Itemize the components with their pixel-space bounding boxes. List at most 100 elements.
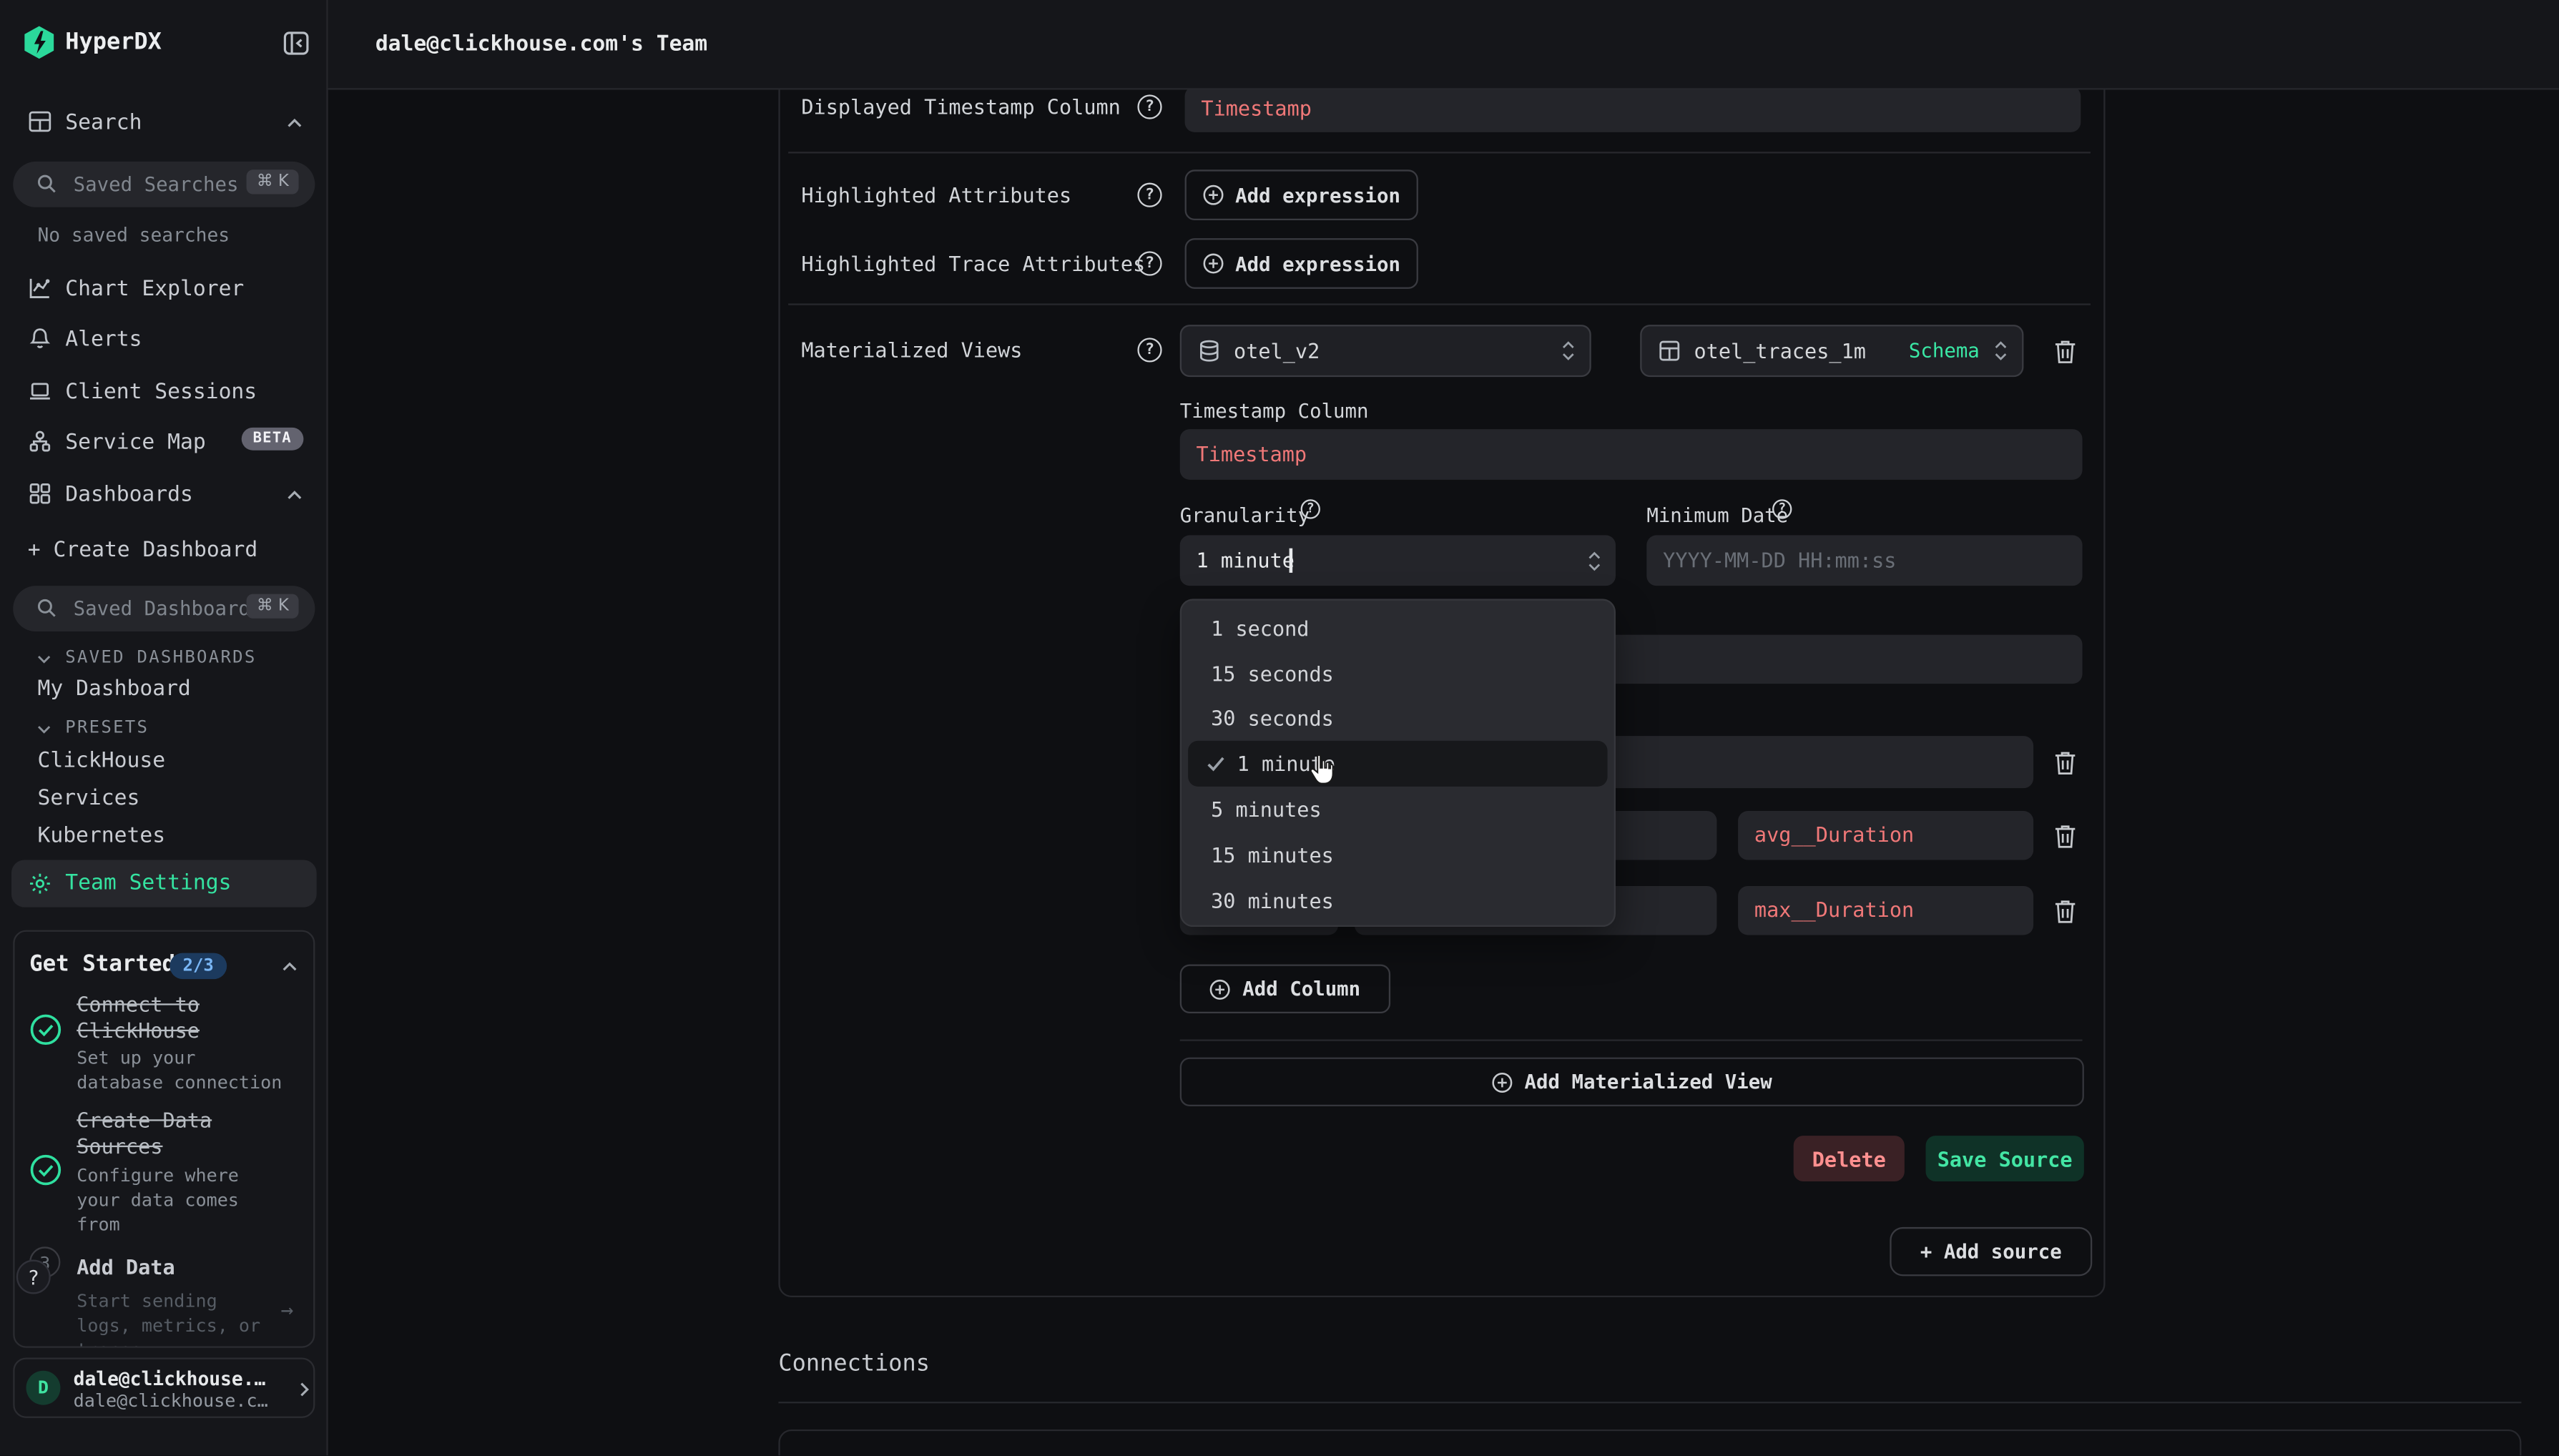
chevron-down-icon[interactable] bbox=[36, 651, 52, 667]
sidebar-item-service-map[interactable]: Service Map BETA bbox=[0, 428, 328, 456]
avatar: D bbox=[26, 1371, 61, 1405]
mv-table-select[interactable]: otel_traces_1m Schema bbox=[1640, 325, 2023, 377]
create-dashboard-button[interactable]: + Create Dashboard bbox=[28, 538, 257, 563]
trash-icon[interactable] bbox=[2053, 749, 2078, 777]
sidebar-item-client-sessions[interactable]: Client Sessions bbox=[0, 377, 328, 405]
minimum-date-input[interactable]: YYYY-MM-DD HH:mm:ss bbox=[1646, 535, 2082, 586]
granularity-option-selected[interactable]: 1 minute bbox=[1188, 742, 1607, 787]
plus-circle-icon bbox=[1203, 185, 1224, 206]
save-source-button[interactable]: Save Source bbox=[1926, 1136, 2084, 1181]
get-started-card: Get Started 2/3 Connect to ClickHouse Se… bbox=[13, 930, 315, 1348]
saved-searches-input[interactable]: Saved Searches ⌘ K bbox=[13, 162, 315, 207]
add-column-button[interactable]: Add Column bbox=[1180, 965, 1390, 1013]
saved-dashboards-header[interactable]: SAVED DASHBOARDS bbox=[65, 648, 256, 667]
no-saved-searches-text: No saved searches bbox=[37, 224, 230, 247]
progress-badge: 2/3 bbox=[170, 953, 227, 980]
sidebar-item-clickhouse[interactable]: ClickHouse bbox=[37, 749, 165, 773]
connections-card bbox=[778, 1430, 2521, 1456]
step-title[interactable]: Add Data bbox=[77, 1255, 175, 1282]
granularity-option[interactable]: 1 second bbox=[1188, 606, 1607, 651]
schema-link[interactable]: Schema bbox=[1909, 340, 1980, 363]
mouse-cursor bbox=[1307, 752, 1335, 788]
sidebar-item-alerts[interactable]: Alerts bbox=[0, 325, 328, 353]
help-icon[interactable]: ? bbox=[1137, 183, 1161, 207]
sidebar-item-search[interactable]: Search bbox=[0, 108, 328, 136]
service-map-icon bbox=[28, 429, 52, 453]
granularity-option[interactable]: 5 minutes bbox=[1188, 787, 1607, 832]
column-alias-input[interactable]: avg__Duration bbox=[1738, 811, 2033, 860]
sidebar-item-my-dashboard[interactable]: My Dashboard bbox=[37, 677, 190, 702]
materialized-views-label: Materialized Views bbox=[801, 338, 1022, 362]
kbd-shortcut: ⌘ K bbox=[247, 594, 298, 619]
chevron-right-icon bbox=[295, 1380, 313, 1398]
granularity-option[interactable]: 15 seconds bbox=[1188, 651, 1607, 696]
arrow-right-icon: → bbox=[280, 1299, 293, 1323]
kbd-shortcut: ⌘ K bbox=[247, 169, 298, 194]
presets-header[interactable]: PRESETS bbox=[65, 718, 149, 737]
collapse-sidebar-icon[interactable] bbox=[283, 29, 310, 57]
check-circle-icon bbox=[29, 1013, 62, 1046]
mv-table-value: otel_traces_1m bbox=[1694, 338, 1866, 363]
check-circle-icon bbox=[29, 1154, 62, 1186]
main-content: Displayed Timestamp Column ? Timestamp H… bbox=[328, 89, 2559, 1455]
step-title[interactable]: Create Data Sources bbox=[77, 1108, 212, 1160]
timestamp-column-input[interactable]: Timestamp bbox=[1180, 429, 2083, 480]
trash-icon[interactable] bbox=[2053, 338, 2078, 365]
search-panel-icon bbox=[28, 109, 52, 134]
divider bbox=[788, 303, 2091, 305]
granularity-select[interactable]: 1 minute bbox=[1180, 535, 1616, 586]
select-chevrons-icon bbox=[1586, 549, 1603, 572]
displayed-timestamp-input[interactable]: Timestamp bbox=[1185, 89, 2081, 132]
sidebar-item-dashboards[interactable]: Dashboards bbox=[0, 480, 328, 508]
step-title[interactable]: Connect to ClickHouse bbox=[77, 992, 200, 1044]
database-icon bbox=[1198, 340, 1221, 363]
trash-icon[interactable] bbox=[2053, 897, 2078, 925]
sidebar-item-chart-explorer[interactable]: Chart Explorer bbox=[0, 274, 328, 302]
step-desc: Configure where your data comes from bbox=[77, 1164, 239, 1237]
help-icon[interactable]: ? bbox=[1301, 499, 1320, 518]
add-source-button[interactable]: + Add source bbox=[1890, 1227, 2092, 1276]
sidebar-item-label: Alerts bbox=[65, 328, 142, 353]
add-expression-button[interactable]: Add expression bbox=[1185, 238, 1418, 289]
gear-icon bbox=[28, 871, 52, 895]
team-settings-label: Team Settings bbox=[65, 871, 231, 895]
app-window: HyperDX Search Saved Searches ⌘ K No s bbox=[0, 0, 2559, 1455]
sidebar-item-label: Search bbox=[65, 111, 142, 135]
help-icon[interactable]: ? bbox=[1772, 499, 1792, 518]
granularity-option[interactable]: 15 minutes bbox=[1188, 832, 1607, 877]
bell-icon bbox=[28, 326, 52, 350]
granularity-option[interactable]: 30 seconds bbox=[1188, 696, 1607, 741]
select-chevrons-icon bbox=[1993, 340, 2009, 363]
saved-dashboards-input[interactable]: Saved Dashboards ⌘ K bbox=[13, 586, 315, 631]
help-icon[interactable]: ? bbox=[1137, 94, 1161, 119]
minimum-date-label: Minimum Date bbox=[1646, 504, 1788, 527]
mv-source-select[interactable]: otel_v2 bbox=[1180, 325, 1591, 377]
help-button[interactable]: ? bbox=[16, 1260, 51, 1294]
delete-button[interactable]: Delete bbox=[1794, 1136, 1905, 1181]
granularity-option[interactable]: 30 minutes bbox=[1188, 877, 1607, 923]
trash-icon[interactable] bbox=[2053, 822, 2078, 850]
chevron-up-icon[interactable] bbox=[280, 958, 298, 975]
highlighted-trace-attrs-label: Highlighted Trace Attributes bbox=[801, 251, 1145, 275]
check-icon bbox=[1206, 754, 1225, 774]
select-chevrons-icon bbox=[1560, 340, 1576, 363]
column-alias-input[interactable]: max__Duration bbox=[1738, 886, 2033, 935]
add-materialized-view-button[interactable]: Add Materialized View bbox=[1180, 1058, 2084, 1106]
add-expression-button[interactable]: Add expression bbox=[1185, 169, 1418, 220]
divider bbox=[1180, 1040, 2083, 1041]
beta-badge: BETA bbox=[242, 428, 303, 451]
search-icon bbox=[36, 597, 57, 619]
step-desc: Set up your database connection bbox=[77, 1046, 282, 1095]
user-menu[interactable]: D dale@clickhouse.… dale@clickhouse.c… bbox=[13, 1357, 315, 1417]
help-icon[interactable]: ? bbox=[1137, 251, 1161, 275]
help-icon[interactable]: ? bbox=[1137, 338, 1161, 362]
chevron-down-icon[interactable] bbox=[36, 722, 52, 738]
chart-explorer-icon bbox=[28, 276, 52, 300]
highlighted-attrs-label: Highlighted Attributes bbox=[801, 183, 1071, 207]
saved-searches-placeholder: Saved Searches bbox=[74, 173, 239, 196]
sidebar-item-kubernetes[interactable]: Kubernetes bbox=[37, 824, 165, 848]
sidebar-item-team-settings[interactable]: Team Settings bbox=[11, 860, 317, 907]
connections-title: Connections bbox=[778, 1351, 930, 1377]
sidebar-item-services[interactable]: Services bbox=[37, 787, 139, 811]
granularity-label: Granularity bbox=[1180, 504, 1310, 527]
